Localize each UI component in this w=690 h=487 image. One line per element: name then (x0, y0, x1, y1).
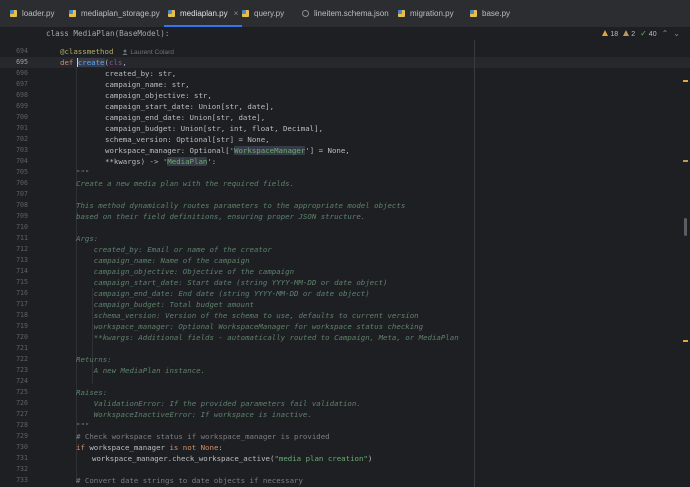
code-area[interactable]: @classmethod Laurent Colard def create(c… (0, 40, 690, 487)
breadcrumb[interactable]: class MediaPlan(BaseModel): (46, 27, 169, 40)
python-file-icon (398, 10, 405, 17)
editor-tab-bar: loader.py mediaplan_storage.py mediaplan… (0, 0, 690, 28)
code-line: **kwargs) -> 'MediaPlan': (105, 157, 217, 166)
tab-lineitem-schema-json[interactable]: lineitem.schema.json (302, 0, 389, 27)
docstring-line: Create a new media plan with the require… (76, 179, 295, 188)
code-line: campaign_budget: Union[str, int, float, … (105, 124, 324, 133)
tab-mediaplan-py[interactable]: mediaplan.py × (163, 0, 243, 27)
tab-label: query.py (254, 9, 285, 18)
code-line: workspace_manager: Optional['WorkspaceMa… (105, 146, 350, 155)
weak-warning-icon (623, 29, 630, 36)
python-file-icon (69, 10, 76, 17)
docstring-line: This method dynamically routes parameter… (76, 201, 406, 210)
vertical-scrollbar-thumb[interactable] (684, 218, 687, 236)
check-icon: ✓ (640, 29, 647, 38)
warning-icon (602, 29, 609, 36)
python-file-icon (168, 10, 175, 17)
docstring-line: based on their field definitions, ensuri… (76, 212, 366, 221)
docstring-line: campaign_objective: Objective of the cam… (76, 267, 295, 276)
code-line: campaign_name: str, (105, 80, 190, 89)
code-line: campaign_objective: str, (105, 91, 212, 100)
tab-label: mediaplan.py (180, 9, 228, 18)
docstring-line: **kwargs: Additional fields - automatica… (76, 333, 459, 342)
person-icon (122, 49, 128, 55)
code-line: schema_version: Optional[str] = None, (105, 135, 270, 144)
tab-label: base.py (482, 9, 511, 18)
tab-label: mediaplan_storage.py (81, 9, 160, 18)
passed-count: ✓ 40 (640, 29, 657, 38)
inspections-widget[interactable]: 18 2 ✓ 40 ⌃ ⌄ (602, 27, 680, 40)
ide-window: loader.py mediaplan_storage.py mediaplan… (0, 0, 690, 487)
warning-stripe-marker[interactable] (683, 160, 688, 162)
docstring-line: A new MediaPlan instance. (76, 366, 206, 375)
code-editor[interactable]: 694 695 696 697 698 699 700 701 702 703 704 705 706 7… (0, 40, 690, 487)
code-line: created_by: str, (105, 69, 177, 78)
docstring-line: created_by: Email or name of the creator (76, 245, 272, 254)
python-file-icon (10, 10, 17, 17)
json-file-icon (302, 10, 309, 17)
docstring-line: ValidationError: If the provided paramet… (76, 399, 361, 408)
comment-line: # Convert date strings to date objects i… (76, 476, 303, 485)
docstring-line: campaign_start_date: Start date (string … (76, 278, 388, 287)
code-line: workspace_manager.check_workspace_active… (92, 454, 373, 463)
tab-label: loader.py (22, 9, 55, 18)
text-caret (77, 58, 78, 67)
docstring-line: campaign_end_date: End date (string YYYY… (76, 289, 370, 298)
code-line: """ (76, 168, 90, 177)
docstring-line: workspace_manager: Optional WorkspaceMan… (76, 322, 424, 331)
docstring-line: campaign_budget: Total budget amount (76, 300, 254, 309)
close-tab-icon[interactable]: × (234, 9, 239, 18)
tab-label: lineitem.schema.json (314, 9, 389, 18)
tab-query-py[interactable]: query.py (242, 0, 284, 27)
docstring-line: Returns: (76, 355, 112, 364)
author-hint: Laurent Colard (122, 49, 174, 56)
docstring-line: WorkspaceInactiveError: If workspace is … (76, 410, 312, 419)
tab-mediaplan-storage-py[interactable]: mediaplan_storage.py (69, 0, 160, 27)
tab-loader-py[interactable]: loader.py (10, 0, 54, 27)
warning-stripe-marker[interactable] (683, 80, 688, 82)
python-file-icon (470, 10, 477, 17)
code-line: if workspace_manager is not None: (76, 443, 223, 452)
docstring-line: Args: (76, 234, 99, 243)
docstring-line: campaign_name: Name of the campaign (76, 256, 250, 265)
docstring-line: schema_version: Version of the schema to… (76, 311, 419, 320)
code-line: @classmethod Laurent Colard (60, 47, 174, 56)
tab-base-py[interactable]: base.py (470, 0, 510, 27)
cls-param: (cls, (104, 58, 127, 67)
code-line: campaign_start_date: Union[str, date], (105, 102, 275, 111)
chevron-down-icon[interactable]: ⌄ (673, 29, 680, 38)
code-line: def create(cls, (60, 58, 127, 67)
tab-migration-py[interactable]: migration.py (398, 0, 454, 27)
docstring-line: Raises: (76, 388, 108, 397)
warnings-count: 18 (602, 29, 618, 38)
breadcrumb-bar: class MediaPlan(BaseModel): 18 2 ✓ 40 ⌃ ⌄ (0, 27, 690, 40)
python-file-icon (242, 10, 249, 17)
code-line: campaign_end_date: Union[str, date], (105, 113, 266, 122)
docstring-line: """ (76, 421, 90, 430)
weak-warnings-count: 2 (623, 29, 635, 38)
warning-stripe-marker[interactable] (683, 340, 688, 342)
chevron-up-icon[interactable]: ⌃ (662, 29, 669, 38)
tab-label: migration.py (410, 9, 454, 18)
comment-line: # Check workspace status if workspace_ma… (76, 432, 330, 441)
